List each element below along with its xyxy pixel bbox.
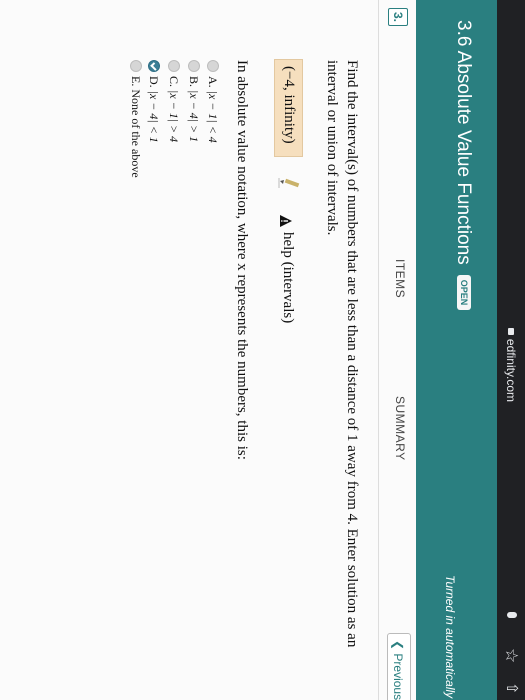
- choice-letter: D.: [147, 76, 161, 88]
- radio-button[interactable]: [129, 60, 142, 72]
- radio-button-selected[interactable]: [147, 60, 160, 72]
- radio-button[interactable]: [187, 60, 200, 72]
- choice-text: |x − 1| > 4: [167, 90, 181, 143]
- assignment-title: 3.6 Absolute Value Functions OPEN: [451, 20, 475, 311]
- choice-a[interactable]: A. |x − 1| < 4: [206, 60, 220, 143]
- tab-summary[interactable]: SUMMARY: [393, 396, 407, 461]
- address-bar[interactable]: edfinity.com: [502, 300, 520, 430]
- status-badge: OPEN: [457, 274, 471, 311]
- previous-label: Previous: [391, 653, 405, 700]
- browser-toolbar: edfinity.com ☆ ⇧: [497, 0, 525, 700]
- url-text: edfinity.com: [504, 338, 518, 403]
- microphone-icon[interactable]: [507, 612, 517, 618]
- chevron-left-icon: ❮: [391, 640, 405, 651]
- choice-text: |x − 4| > 1: [187, 90, 201, 143]
- bookmark-star-icon[interactable]: ☆: [501, 648, 521, 663]
- choice-b[interactable]: B. |x − 4| > 1: [187, 60, 201, 142]
- answer-input[interactable]: (−4, infinity): [274, 59, 303, 157]
- assignment-header: 3.6 Absolute Value Functions OPEN Turned …: [416, 0, 497, 700]
- choice-letter: A.: [206, 76, 220, 88]
- radio-button[interactable]: [206, 60, 219, 72]
- choice-letter: C.: [167, 76, 181, 88]
- question-text-line-1: Find the interval(s) of numbers that are…: [344, 60, 360, 648]
- choice-text: |x − 1| < 4: [206, 90, 220, 143]
- question-card: 3. ITEMS SUMMARY ❮ Previous Find the int…: [0, 0, 416, 700]
- choice-e[interactable]: E. None of the above: [129, 60, 143, 178]
- choice-text: |x − 4| < 1: [147, 90, 161, 143]
- assignment-title-text: 3.6 Absolute Value Functions: [453, 20, 474, 265]
- choice-text: None of the above: [129, 89, 143, 178]
- previous-button[interactable]: ❮ Previous: [387, 633, 411, 700]
- question-number[interactable]: 3.: [388, 8, 408, 26]
- tab-items[interactable]: ITEMS: [393, 259, 407, 298]
- submission-status: Turned in automatically w: [443, 575, 457, 700]
- lock-icon: [508, 327, 514, 335]
- help-link[interactable]: help (intervals): [279, 232, 297, 323]
- choice-letter: B.: [187, 76, 201, 88]
- divider: [378, 0, 379, 700]
- choice-letter: E.: [129, 76, 143, 87]
- choice-c[interactable]: C. |x − 1| > 4: [167, 60, 181, 142]
- choice-d[interactable]: D. |x − 4| < 1: [147, 60, 161, 143]
- share-icon[interactable]: ⇧: [501, 682, 521, 695]
- page-stage: edfinity.com ☆ ⇧ 3.6 Absolute Value Func…: [0, 0, 525, 700]
- question-text-line-2: interval or union of intervals.: [324, 60, 340, 236]
- radio-button[interactable]: [167, 60, 180, 72]
- pencil-icon[interactable]: [277, 176, 301, 190]
- warning-icon[interactable]: [279, 214, 293, 228]
- question-text-line-3: In absolute value notation, where x repr…: [234, 60, 250, 460]
